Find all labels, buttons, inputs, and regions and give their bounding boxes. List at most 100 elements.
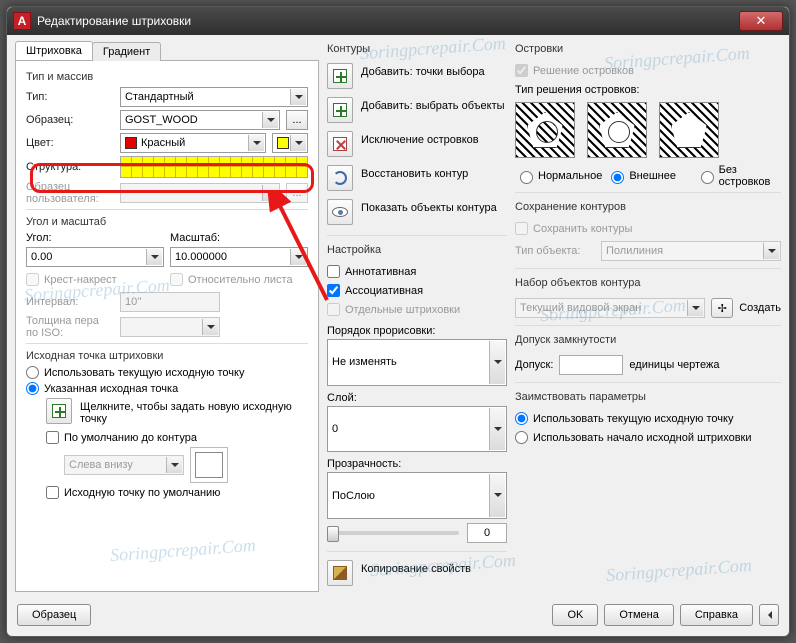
origin-specified-radio[interactable]: Указанная исходная точка — [26, 382, 308, 395]
island-style-previews — [515, 102, 781, 158]
pattern-label: Образец: — [26, 114, 114, 126]
swatch-preview[interactable] — [120, 156, 308, 178]
chevron-down-icon — [489, 341, 505, 384]
preview-button[interactable]: Образец — [17, 604, 91, 626]
group-inherit: Заимствовать параметры — [515, 391, 781, 403]
spacing-label: Интервал: — [26, 296, 114, 308]
chevron-down-icon — [489, 474, 505, 517]
tolerance-label: Допуск: — [515, 359, 553, 371]
inherit-source-radio[interactable]: Использовать начало исходной штриховки — [515, 431, 781, 444]
yellow-swatch-icon — [277, 137, 289, 149]
island-normal-icon — [515, 102, 575, 158]
structure-label: Структура: — [26, 161, 114, 173]
transparency-combo[interactable]: ПоСлою — [327, 472, 507, 519]
island-detection-checkbox: Решение островков — [515, 64, 781, 77]
type-label: Тип: — [26, 91, 114, 103]
group-settings: Настройка — [327, 244, 507, 256]
cancel-button[interactable]: Отмена — [604, 604, 673, 626]
scale-spinner[interactable]: 10.000000 — [170, 247, 308, 267]
relative-sheet-checkbox: Относительно листа — [170, 273, 308, 286]
remove-islands-label: Исключение островков — [361, 131, 507, 146]
close-button[interactable]: ✕ — [739, 11, 783, 31]
associative-checkbox[interactable]: Ассоциативная — [327, 284, 507, 297]
brush-icon — [333, 566, 347, 580]
type-combo[interactable]: Стандартный — [120, 87, 308, 107]
annotative-checkbox[interactable]: Аннотативная — [327, 265, 507, 278]
user-pattern-label: Образец пользователя: — [26, 181, 114, 205]
crosshair-icon — [52, 404, 66, 418]
color-combo[interactable]: Красный — [120, 133, 266, 153]
recreate-boundary-button[interactable] — [327, 165, 353, 191]
draw-order-combo[interactable]: Не изменять — [327, 339, 507, 386]
eye-icon — [332, 207, 348, 217]
island-ignore-radio[interactable]: Без островков — [696, 164, 781, 188]
plus-icon: ✢ — [718, 302, 727, 315]
default-to-boundary-checkbox[interactable]: По умолчанию до контура — [46, 431, 308, 444]
ok-button[interactable]: OK — [552, 604, 598, 626]
origin-current-radio[interactable]: Использовать текущую исходную точку — [26, 366, 308, 379]
dialog-window: A Редактирование штриховки ✕ Штриховка Г… — [6, 6, 790, 637]
spacing-field: 10'' — [120, 292, 220, 312]
iso-pen-combo — [120, 317, 220, 337]
draw-order-label: Порядок прорисовки: — [327, 325, 507, 337]
inherit-current-radio[interactable]: Использовать текущую исходную точку — [515, 412, 781, 425]
plus-icon — [333, 103, 347, 117]
add-select-objects-button[interactable] — [327, 97, 353, 123]
boundary-new-button[interactable]: ✢ — [711, 298, 733, 318]
tolerance-units: единицы чертежа — [629, 359, 719, 371]
pick-origin-button[interactable] — [46, 398, 72, 424]
angle-label: Угол: — [26, 232, 164, 244]
pick-origin-hint: Щелкните, чтобы задать новую исходную то… — [80, 398, 308, 425]
chevron-down-icon — [166, 457, 182, 473]
chevron-down-icon — [262, 185, 278, 201]
chevron-down-icon — [290, 249, 306, 265]
tab-hatch[interactable]: Штриховка — [15, 41, 93, 60]
layer-label: Слой: — [327, 392, 507, 404]
tab-strip: Штриховка Градиент — [15, 41, 319, 60]
expand-button[interactable] — [759, 604, 779, 626]
pattern-browse-button[interactable]: ... — [286, 110, 308, 130]
user-pattern-combo — [120, 183, 280, 203]
store-default-origin-checkbox[interactable]: Исходную точку по умолчанию — [46, 486, 308, 499]
add-pick-points-button[interactable] — [327, 63, 353, 89]
boundary-set-combo: Текущий видовой экран — [515, 298, 705, 318]
group-boundary-set: Набор объектов контура — [515, 277, 781, 289]
group-gap-tolerance: Допуск замкнутости — [515, 334, 781, 346]
chevron-down-icon — [290, 135, 306, 151]
tolerance-input[interactable] — [559, 355, 623, 375]
group-contours: Контуры — [327, 43, 507, 55]
island-ignore-icon — [659, 102, 719, 158]
pattern-combo[interactable]: GOST_WOOD — [120, 110, 280, 130]
transparency-value[interactable]: 0 — [467, 523, 507, 543]
recreate-boundary-label: Восстановить контур — [361, 165, 507, 180]
angle-spinner[interactable]: 0.00 — [26, 247, 164, 267]
cross-checkbox: Крест-накрест — [26, 273, 164, 286]
remove-islands-button[interactable] — [327, 131, 353, 157]
island-normal-radio[interactable]: Нормальное — [515, 168, 602, 184]
transparency-label: Прозрачность: — [327, 458, 507, 470]
tab-gradient[interactable]: Градиент — [92, 42, 161, 61]
group-angle-scale: Угол и масштаб — [26, 216, 308, 228]
boundary-create-label: Создать — [739, 302, 781, 314]
island-outer-icon — [587, 102, 647, 158]
island-outer-radio[interactable]: Внешнее — [606, 168, 691, 184]
red-swatch-icon — [125, 137, 137, 149]
help-button[interactable]: Справка — [680, 604, 753, 626]
app-logo-icon: A — [13, 12, 31, 30]
chevron-down-icon — [202, 319, 218, 335]
scale-label: Масштаб: — [170, 232, 308, 244]
dialog-footer: Образец OK Отмена Справка — [7, 598, 789, 636]
inherit-props-button[interactable] — [327, 560, 353, 586]
chevron-down-icon — [248, 135, 264, 151]
view-boundary-button[interactable] — [327, 199, 353, 225]
object-type-combo: Полилиния — [601, 241, 781, 261]
titlebar[interactable]: A Редактирование штриховки ✕ — [7, 7, 789, 35]
chevron-down-icon — [146, 249, 162, 265]
user-pattern-browse-button: ... — [286, 183, 308, 203]
layer-combo[interactable]: 0 — [327, 406, 507, 453]
bg-color-combo[interactable] — [272, 133, 308, 153]
group-retain-boundary: Сохранение контуров — [515, 201, 781, 213]
add-pick-points-label: Добавить: точки выбора — [361, 63, 507, 78]
group-origin: Исходная точка штриховки — [26, 350, 308, 362]
transparency-slider[interactable] — [327, 531, 459, 535]
